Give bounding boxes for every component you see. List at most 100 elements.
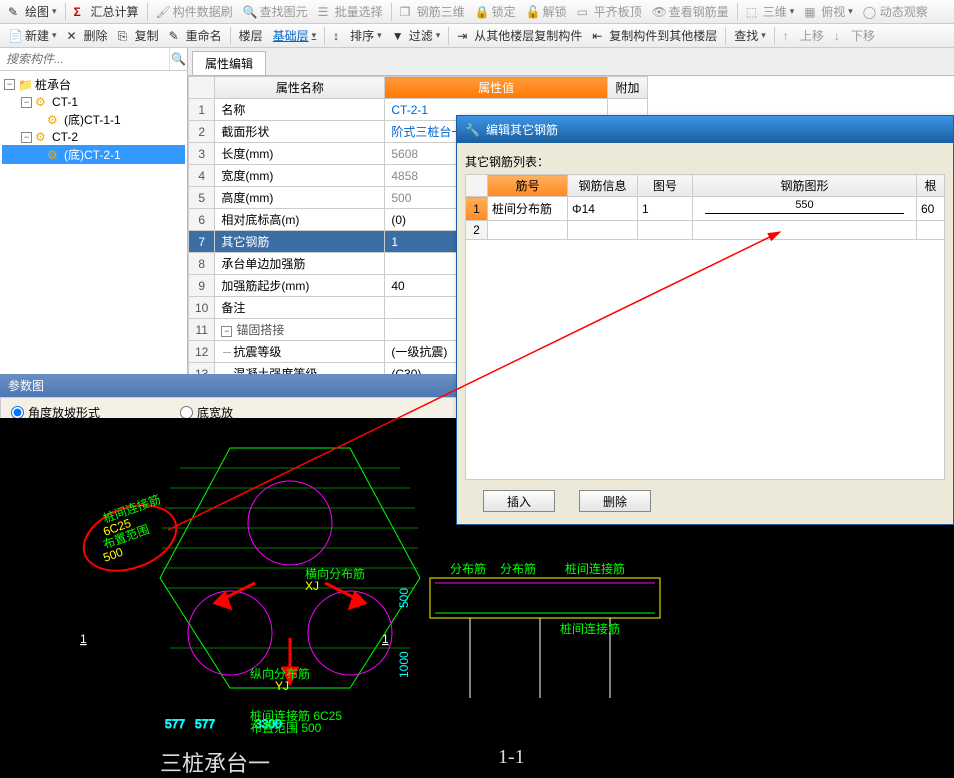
prop-name: −锚固搭接 <box>215 319 385 341</box>
rebar-row-1[interactable]: 1 桩间分布筋 Φ14 1 550 60 <box>466 197 945 221</box>
tree-root-label: 桩承台 <box>35 76 71 93</box>
svg-text:布置范围 500: 布置范围 500 <box>250 721 322 735</box>
param-title: 参数图 <box>0 374 458 397</box>
tb-sort[interactable]: ↕排序▾ <box>329 25 386 46</box>
tb-up[interactable]: ↑上移 <box>779 25 828 46</box>
tb-floor-label: 楼层 <box>235 25 267 46</box>
insert-button[interactable]: 插入 <box>483 490 555 512</box>
tb-find-elem[interactable]: 🔍查找图元 <box>239 1 312 22</box>
col-num[interactable]: 筋号 <box>488 175 568 197</box>
lock-icon: 🔒 <box>475 5 489 19</box>
tree-ct2-child[interactable]: ⚙ (底)CT-2-1 <box>2 145 185 164</box>
tb-delete[interactable]: ✕删除 <box>63 25 112 46</box>
delete-button[interactable]: 删除 <box>579 490 651 512</box>
svg-text:桩间连接筋: 桩间连接筋 <box>560 621 620 636</box>
col-info[interactable]: 钢筋信息 <box>568 175 638 197</box>
tb-view-rebar[interactable]: 👁查看钢筋量 <box>648 1 733 22</box>
tb-rename[interactable]: ✎重命名 <box>165 25 226 46</box>
tb-search[interactable]: 查找▾ <box>730 25 770 46</box>
dialog-titlebar[interactable]: 🔧 编辑其它钢筋 <box>457 116 953 143</box>
gear-icon: ⚙ <box>47 113 61 127</box>
tb-down[interactable]: ↓下移 <box>830 25 879 46</box>
tb-dyn[interactable]: ◯动态观察 <box>859 1 932 22</box>
row1-name[interactable]: 桩间分布筋 <box>488 197 568 221</box>
search-button[interactable]: 🔍 <box>169 48 187 70</box>
col-shape[interactable]: 钢筋图形 <box>693 175 917 197</box>
tb-calc[interactable]: Σ汇总计算 <box>70 1 143 22</box>
tree-ct1[interactable]: − ⚙ CT-1 <box>2 94 185 110</box>
tb-new[interactable]: 📄新建▾ <box>4 25 61 46</box>
tb-copy[interactable]: ⎘复制 <box>114 25 163 46</box>
prop-name: 承台单边加强筋 <box>215 253 385 275</box>
cube2-icon: ⬚ <box>746 5 760 19</box>
svg-text:桩间连接筋: 桩间连接筋 <box>565 561 625 576</box>
prop-name: 宽度(mm) <box>215 165 385 187</box>
prop-rownum: 5 <box>189 187 215 209</box>
sort-icon: ↕ <box>333 29 347 43</box>
col-draw[interactable]: 图号 <box>638 175 693 197</box>
toolbar-2: 📄新建▾ ✕删除 ⎘复制 ✎重命名 楼层 基础层▾ ↕排序▾ ▼过滤▾ ⇥从其他… <box>0 24 954 48</box>
tb-copy-from[interactable]: ⇥从其他楼层复制构件 <box>453 25 586 46</box>
prop-rownum: 4 <box>189 165 215 187</box>
flat-icon: ▭ <box>577 5 591 19</box>
row1-info[interactable]: Φ14 <box>568 197 638 221</box>
col-root[interactable]: 根 <box>917 175 945 197</box>
prop-rownum: 12 <box>189 341 215 363</box>
prop-name: 加强筋起步(mm) <box>215 275 385 297</box>
svg-text:577: 577 <box>165 717 185 731</box>
prop-name: 其它钢筋 <box>215 231 385 253</box>
pencil-icon: ✎ <box>8 5 22 19</box>
svg-text:分布筋: 分布筋 <box>450 561 486 576</box>
tab-properties[interactable]: 属性编辑 <box>192 51 266 75</box>
prop-rownum: 1 <box>189 99 215 121</box>
svg-text:1000: 1000 <box>397 651 411 678</box>
prop-name: 长度(mm) <box>215 143 385 165</box>
row1-draw[interactable]: 1 <box>638 197 693 221</box>
collapse-icon[interactable]: − <box>21 132 32 143</box>
prop-rownum: 10 <box>189 297 215 319</box>
prop-rownum: 3 <box>189 143 215 165</box>
prop-rownum: 6 <box>189 209 215 231</box>
tb-draw[interactable]: ✎绘图▾ <box>4 1 61 22</box>
dialog-other-rebar: 🔧 编辑其它钢筋 其它钢筋列表： 筋号 钢筋信息 图号 钢筋图形 根 1 桩间分… <box>456 115 954 525</box>
tree-root[interactable]: − 📁 桩承台 <box>2 75 185 94</box>
row1-shape[interactable]: 550 <box>693 197 917 221</box>
collapse-icon[interactable]: − <box>21 97 32 108</box>
col-name[interactable]: 属性名称 <box>215 77 385 99</box>
top-icon: ▦ <box>804 5 818 19</box>
sigma-icon: Σ <box>74 5 88 19</box>
tb-filter[interactable]: ▼过滤▾ <box>388 25 445 46</box>
collapse-icon[interactable]: − <box>4 79 15 90</box>
gear-icon: ⚙ <box>35 95 49 109</box>
prop-rownum: 7 <box>189 231 215 253</box>
prop-name: 截面形状 <box>215 121 385 143</box>
tb-brush[interactable]: 🖌构件数据刷 <box>152 1 237 22</box>
row1-root[interactable]: 60 <box>917 197 945 221</box>
prop-rownum: 8 <box>189 253 215 275</box>
tb-flat[interactable]: ▭平齐板顶 <box>573 1 646 22</box>
col-extra[interactable]: 附加 <box>608 77 648 99</box>
tb-copy-to[interactable]: ⇤复制构件到其他楼层 <box>588 25 721 46</box>
import-icon: ⇥ <box>457 29 471 43</box>
col-value[interactable]: 属性值 <box>385 77 608 99</box>
tb-lock[interactable]: 🔒锁定 <box>471 1 520 22</box>
search-input[interactable] <box>0 48 169 70</box>
rebar-row-2[interactable]: 2 <box>466 221 945 240</box>
tb-front[interactable]: ▦俯视▾ <box>800 1 857 22</box>
orbit-icon: ◯ <box>863 5 877 19</box>
prop-name: 相对底标高(m) <box>215 209 385 231</box>
dialog-title-text: 编辑其它钢筋 <box>486 121 558 138</box>
delete-icon: ✕ <box>67 29 81 43</box>
tb-unlock[interactable]: 🔓解锁 <box>522 1 571 22</box>
tb-batch[interactable]: ☰批量选择 <box>314 1 387 22</box>
toolbar-1: ✎绘图▾ Σ汇总计算 🖌构件数据刷 🔍查找图元 ☰批量选择 ❒钢筋三维 🔒锁定 … <box>0 0 954 24</box>
tb-floor-select[interactable]: 基础层▾ <box>269 25 321 46</box>
component-tree: − 📁 桩承台 − ⚙ CT-1 ⚙ (底)CT-1-1 − ⚙ CT-2 <box>0 71 187 168</box>
prop-name: 抗震等级 <box>215 341 385 363</box>
tb-3d[interactable]: ⬚三维▾ <box>742 1 799 22</box>
svg-text:577: 577 <box>195 717 215 731</box>
tb-rebar3d[interactable]: ❒钢筋三维 <box>396 1 469 22</box>
tree-ct2[interactable]: − ⚙ CT-2 <box>2 129 185 145</box>
tree-ct1-child[interactable]: ⚙ (底)CT-1-1 <box>2 110 185 129</box>
unlock-icon: 🔓 <box>526 5 540 19</box>
